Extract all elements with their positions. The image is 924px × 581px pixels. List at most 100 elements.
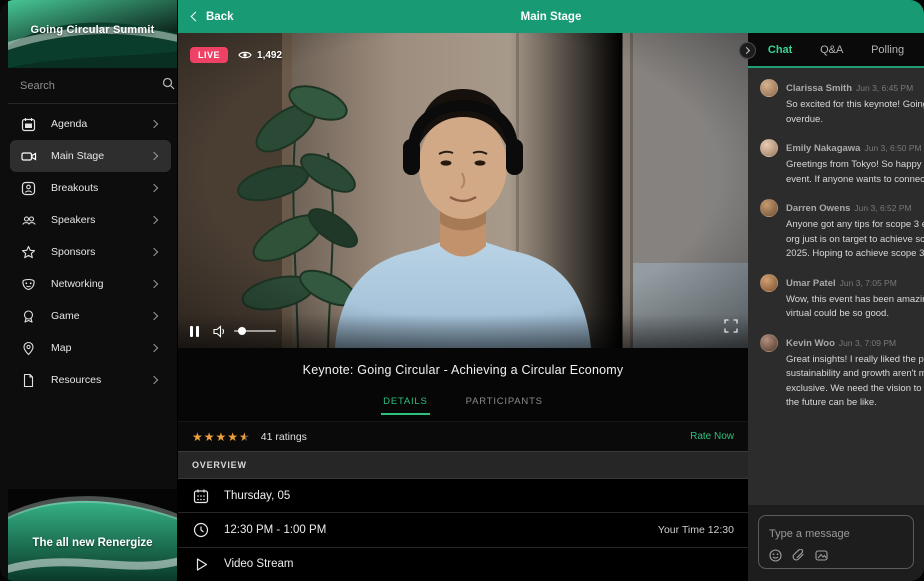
- green-wave-graphic: [8, 489, 177, 581]
- calendar-icon: [20, 116, 37, 133]
- video-stream-label: Video Stream: [224, 558, 293, 570]
- sidebar-item-label: Agenda: [51, 118, 151, 130]
- tab-chat[interactable]: Chat: [768, 44, 792, 56]
- live-badge: LIVE: [190, 47, 228, 63]
- sidebar-item-label: Sponsors: [51, 246, 151, 258]
- main-stage-content: LIVE 1,492 Keynote: Going Circular - Ach…: [178, 33, 748, 581]
- search-input[interactable]: [20, 80, 162, 92]
- chat-timestamp: Jun 3, 7:09 PM: [839, 338, 896, 348]
- attachment-icon[interactable]: [792, 549, 805, 562]
- sidebar-item-breakouts[interactable]: Breakouts: [10, 172, 171, 204]
- chat-composer-box[interactable]: [758, 515, 914, 569]
- tab-details[interactable]: DETAILS: [381, 392, 430, 415]
- chat-timestamp: Jun 3, 7:05 PM: [840, 278, 897, 288]
- viewer-count: 1,492: [238, 50, 282, 61]
- chat-author: Clarissa Smith: [786, 83, 852, 94]
- chevron-right-icon: [150, 280, 158, 288]
- chat-author: Kevin Woo: [786, 338, 835, 349]
- chat-message: Umar PatelJun 3, 7:05 PM Wow, this event…: [760, 273, 924, 322]
- event-title: Going Circular Summit: [8, 24, 177, 36]
- half-star-icon: ★: [239, 430, 251, 444]
- session-time-row: 12:30 PM - 1:00 PM Your Time 12:30: [178, 513, 748, 547]
- chat-message: Kevin Woo Jun 3, 7:09 PM Great insights! …: [760, 333, 924, 411]
- avatar: [760, 79, 778, 97]
- stage-camera-icon: [20, 148, 37, 165]
- chat-message-input[interactable]: [769, 528, 903, 540]
- sidebar-item-map[interactable]: Map: [10, 332, 171, 364]
- breakouts-icon: [20, 180, 37, 197]
- map-pin-icon: [20, 340, 37, 357]
- chat-message: Darren OwensJun 3, 6:52 PM Anyone got an…: [760, 198, 924, 262]
- fullscreen-button[interactable]: [724, 319, 738, 338]
- overview-section-header: OVERVIEW: [178, 451, 748, 479]
- star-icon: [20, 244, 37, 261]
- tab-participants[interactable]: PARTICIPANTS: [464, 392, 545, 413]
- chevron-right-icon: [150, 120, 158, 128]
- back-label: Back: [206, 11, 234, 23]
- chat-message: Clarissa Smith Jun 3, 6:45 PM So excited …: [760, 78, 924, 127]
- live-stream-frame: [178, 33, 748, 348]
- chevron-right-icon: [150, 376, 158, 384]
- chat-text: Anyone got any tips for scope 3 emissi o…: [786, 218, 924, 262]
- chevron-right-icon: [150, 312, 158, 320]
- sidebar: Going Circular Summit Agenda Main Stage …: [0, 0, 178, 581]
- video-player[interactable]: LIVE 1,492: [178, 33, 748, 348]
- sidebar-item-label: Networking: [51, 278, 151, 290]
- volume-slider[interactable]: [234, 330, 276, 332]
- sidebar-item-resources[interactable]: Resources: [10, 364, 171, 396]
- back-button[interactable]: Back: [192, 11, 234, 23]
- top-bar: Back Main Stage: [178, 0, 924, 33]
- session-date-row: Thursday, 05: [178, 479, 748, 513]
- chat-timestamp: Jun 3, 6:45 PM: [856, 83, 913, 93]
- tab-polling[interactable]: Polling: [871, 44, 904, 56]
- rating-row: ★★★★★ 41 ratings Rate Now: [178, 421, 748, 451]
- sidebar-item-sponsors[interactable]: Sponsors: [10, 236, 171, 268]
- sidebar-nav: Agenda Main Stage Breakouts Speakers Spo: [8, 104, 177, 396]
- promo-banner-text: The all new Renergize: [8, 537, 177, 549]
- sidebar-item-agenda[interactable]: Agenda: [10, 108, 171, 140]
- play-icon: [192, 557, 210, 572]
- chat-text: Wow, this event has been amazing! I c vi…: [786, 293, 924, 322]
- document-icon: [20, 372, 37, 389]
- video-stream-row[interactable]: Video Stream: [178, 548, 748, 581]
- chevron-right-icon: [150, 152, 158, 160]
- sidebar-item-game[interactable]: Game: [10, 300, 171, 332]
- chevron-right-icon: [743, 47, 750, 54]
- clock-icon: [192, 522, 210, 538]
- chat-timestamp: Jun 3, 6:52 PM: [854, 203, 911, 213]
- sidebar-item-label: Map: [51, 342, 151, 354]
- sidebar-item-networking[interactable]: Networking: [10, 268, 171, 300]
- volume-icon[interactable]: [213, 325, 228, 338]
- live-status-row: LIVE 1,492: [190, 47, 282, 63]
- chat-text: So excited for this keynote! Going circ …: [786, 98, 924, 127]
- chat-message-list[interactable]: Clarissa Smith Jun 3, 6:45 PM So excited …: [748, 68, 924, 505]
- calendar-icon: [192, 488, 210, 504]
- sidebar-item-speakers[interactable]: Speakers: [10, 204, 171, 236]
- chat-author: Emily Nakagawa: [786, 143, 860, 154]
- sidebar-promo-banner[interactable]: The all new Renergize: [8, 489, 177, 581]
- chat-text: Greetings from Tokyo! So happy to be eve…: [786, 158, 924, 187]
- chat-text: Great insights! I really liked the point…: [786, 353, 924, 411]
- chevron-right-icon: [150, 344, 158, 352]
- pause-button[interactable]: [190, 326, 199, 337]
- sidebar-item-label: Main Stage: [51, 150, 151, 162]
- sidebar-item-main-stage[interactable]: Main Stage: [10, 140, 171, 172]
- session-title: Keynote: Going Circular - Achieving a Ci…: [303, 363, 624, 377]
- collapse-panel-button[interactable]: [739, 42, 756, 59]
- emoji-icon[interactable]: [769, 549, 782, 562]
- networking-icon: [20, 276, 37, 293]
- chat-timestamp: Jun 3, 6:50 PM: [864, 143, 921, 153]
- eye-icon: [238, 50, 252, 60]
- avatar: [760, 139, 778, 157]
- tab-qa[interactable]: Q&A: [820, 44, 843, 56]
- volume-slider-knob[interactable]: [238, 327, 246, 335]
- session-time: 12:30 PM - 1:00 PM: [224, 524, 326, 536]
- chevron-right-icon: [150, 248, 158, 256]
- search-bar: [8, 68, 177, 104]
- gif-icon[interactable]: [815, 549, 828, 562]
- chevron-right-icon: [150, 216, 158, 224]
- session-tabs: DETAILS PARTICIPANTS: [178, 392, 748, 421]
- chat-message: Emily Nakagawa Jun 3, 6:50 PM Greetings f…: [760, 138, 924, 187]
- rate-now-button[interactable]: Rate Now: [690, 431, 734, 442]
- sidebar-item-label: Breakouts: [51, 182, 151, 194]
